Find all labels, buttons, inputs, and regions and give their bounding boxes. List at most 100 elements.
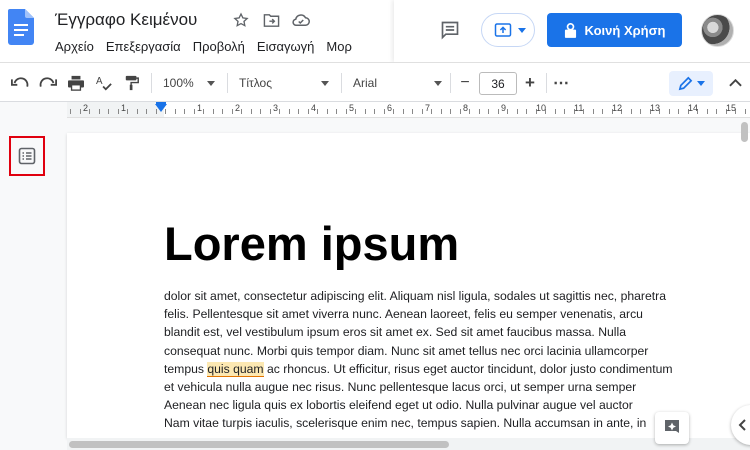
ruler-tick	[70, 109, 71, 114]
ruler-number: 9	[501, 103, 507, 113]
ruler-number: 14	[688, 103, 699, 113]
ruler-tick	[706, 109, 708, 114]
ruler-tick	[602, 109, 603, 114]
menu-edit[interactable]: Επεξεργασία	[106, 39, 181, 54]
style-select[interactable]: Τίτλος	[236, 72, 332, 94]
menu-insert[interactable]: Εισαγωγή	[257, 39, 314, 54]
star-icon[interactable]	[232, 11, 250, 29]
ruler-tick	[469, 109, 470, 114]
ruler-tick	[222, 109, 223, 114]
font-select[interactable]: Arial	[350, 72, 445, 94]
ruler-tick	[592, 109, 594, 114]
ruler-number: 4	[311, 103, 317, 113]
font-size-input[interactable]: 36	[479, 72, 517, 95]
title-actions	[232, 11, 310, 29]
menu-bar: Αρχείο Επεξεργασία Προβολή Εισαγωγή Μορ	[55, 39, 364, 54]
document-heading[interactable]: Lorem ipsum	[164, 216, 459, 271]
ruler-tick	[402, 109, 404, 114]
chevron-down-icon	[518, 27, 526, 33]
share-label: Κοινή Χρήση	[584, 22, 666, 38]
collapse-menus-icon[interactable]	[726, 72, 744, 94]
ruler-tick	[678, 109, 679, 114]
outline-icon	[18, 147, 36, 165]
ruler-number: 1	[121, 103, 127, 113]
ruler-tick	[231, 109, 233, 114]
present-button[interactable]	[481, 13, 535, 47]
pencil-icon	[678, 76, 692, 91]
toolbar-divider	[546, 73, 547, 93]
move-folder-icon[interactable]	[262, 11, 280, 29]
decrease-font-size-button[interactable]: −	[455, 72, 475, 94]
toolbar-divider	[151, 73, 152, 93]
menu-view[interactable]: Προβολή	[193, 39, 245, 54]
ruler-tick	[174, 109, 176, 114]
comments-icon[interactable]	[438, 18, 462, 42]
ruler-tick	[393, 109, 394, 114]
ruler-tick	[98, 109, 100, 114]
ruler-tick	[127, 109, 128, 114]
ruler-tick	[421, 109, 423, 114]
cloud-saved-icon[interactable]	[292, 11, 310, 29]
ruler-number: 8	[463, 103, 469, 113]
paragraph-line: et vehicula nulla augue nec risus. Nunc …	[164, 380, 637, 395]
share-button[interactable]: Κοινή Χρήση	[547, 13, 682, 47]
ruler-tick	[412, 109, 413, 114]
ruler-tick	[193, 109, 195, 114]
spelling-suggestion-highlight[interactable]: quis quam	[207, 361, 264, 377]
svg-text:A: A	[96, 76, 103, 87]
lock-icon	[564, 22, 576, 38]
ruler-tick	[136, 109, 138, 114]
ruler-tick	[459, 109, 461, 114]
ruler-tick	[554, 109, 556, 114]
redo-icon[interactable]	[37, 72, 59, 94]
left-indent-handle[interactable]	[155, 104, 167, 112]
spellcheck-icon[interactable]: A	[93, 72, 115, 94]
toolbar-divider	[450, 73, 451, 93]
docs-logo-icon[interactable]	[8, 9, 34, 45]
ruler[interactable]: 2 1 1 2 3 4 5 6 7 8 9 10 11 12 13 14 15	[67, 102, 750, 118]
increase-font-size-button[interactable]: +	[520, 72, 540, 94]
ruler-tick	[212, 109, 214, 114]
toolbar: A 100% Τίτλος Arial − 36 + ⋯	[0, 62, 750, 102]
ruler-tick	[716, 109, 717, 114]
ruler-tick	[336, 109, 337, 114]
document-body[interactable]: dolor sit amet, consectetur adipiscing e…	[164, 287, 750, 433]
zoom-select[interactable]: 100%	[160, 72, 218, 94]
ruler-tick	[431, 109, 432, 114]
paint-format-icon[interactable]	[121, 72, 143, 94]
more-options-button[interactable]: ⋯	[551, 72, 571, 94]
ruler-tick	[440, 109, 442, 114]
paragraph-line: felis. Pellentesque sit amet viverra nun…	[164, 307, 643, 322]
ruler-tick	[298, 109, 299, 114]
undo-icon[interactable]	[9, 72, 31, 94]
editing-mode-button[interactable]	[669, 71, 713, 96]
vertical-scrollbar-thumb[interactable]	[741, 122, 748, 142]
ruler-tick	[355, 109, 356, 114]
menu-format[interactable]: Μορ	[326, 39, 351, 54]
toolbar-divider	[341, 73, 342, 93]
document-outline-button[interactable]	[9, 136, 45, 176]
ruler-tick	[345, 109, 347, 114]
horizontal-scrollbar-thumb[interactable]	[69, 441, 449, 448]
ruler-tick	[744, 109, 746, 114]
document-title[interactable]: Έγγραφο Κειμένου	[55, 10, 197, 30]
document-page[interactable]: Lorem ipsum dolor sit amet, consectetur …	[67, 133, 750, 438]
ruler-tick	[640, 109, 641, 114]
vertical-scrollbar[interactable]	[738, 118, 750, 438]
ruler-number: 10	[536, 103, 547, 113]
ruler-tick	[507, 109, 508, 114]
ruler-tick	[383, 109, 385, 114]
explore-button[interactable]	[655, 412, 689, 444]
horizontal-scrollbar[interactable]	[67, 438, 750, 450]
print-icon[interactable]	[65, 72, 87, 94]
ruler-tick	[516, 109, 518, 114]
style-value: Τίτλος	[239, 76, 273, 90]
ruler-tick	[374, 109, 375, 114]
toolbar-divider	[227, 73, 228, 93]
ruler-tick	[307, 109, 309, 114]
avatar[interactable]	[701, 14, 734, 47]
zoom-value: 100%	[163, 76, 194, 90]
menu-file[interactable]: Αρχείο	[55, 39, 94, 54]
ruler-number: 1	[197, 103, 203, 113]
ruler-tick	[269, 109, 271, 114]
